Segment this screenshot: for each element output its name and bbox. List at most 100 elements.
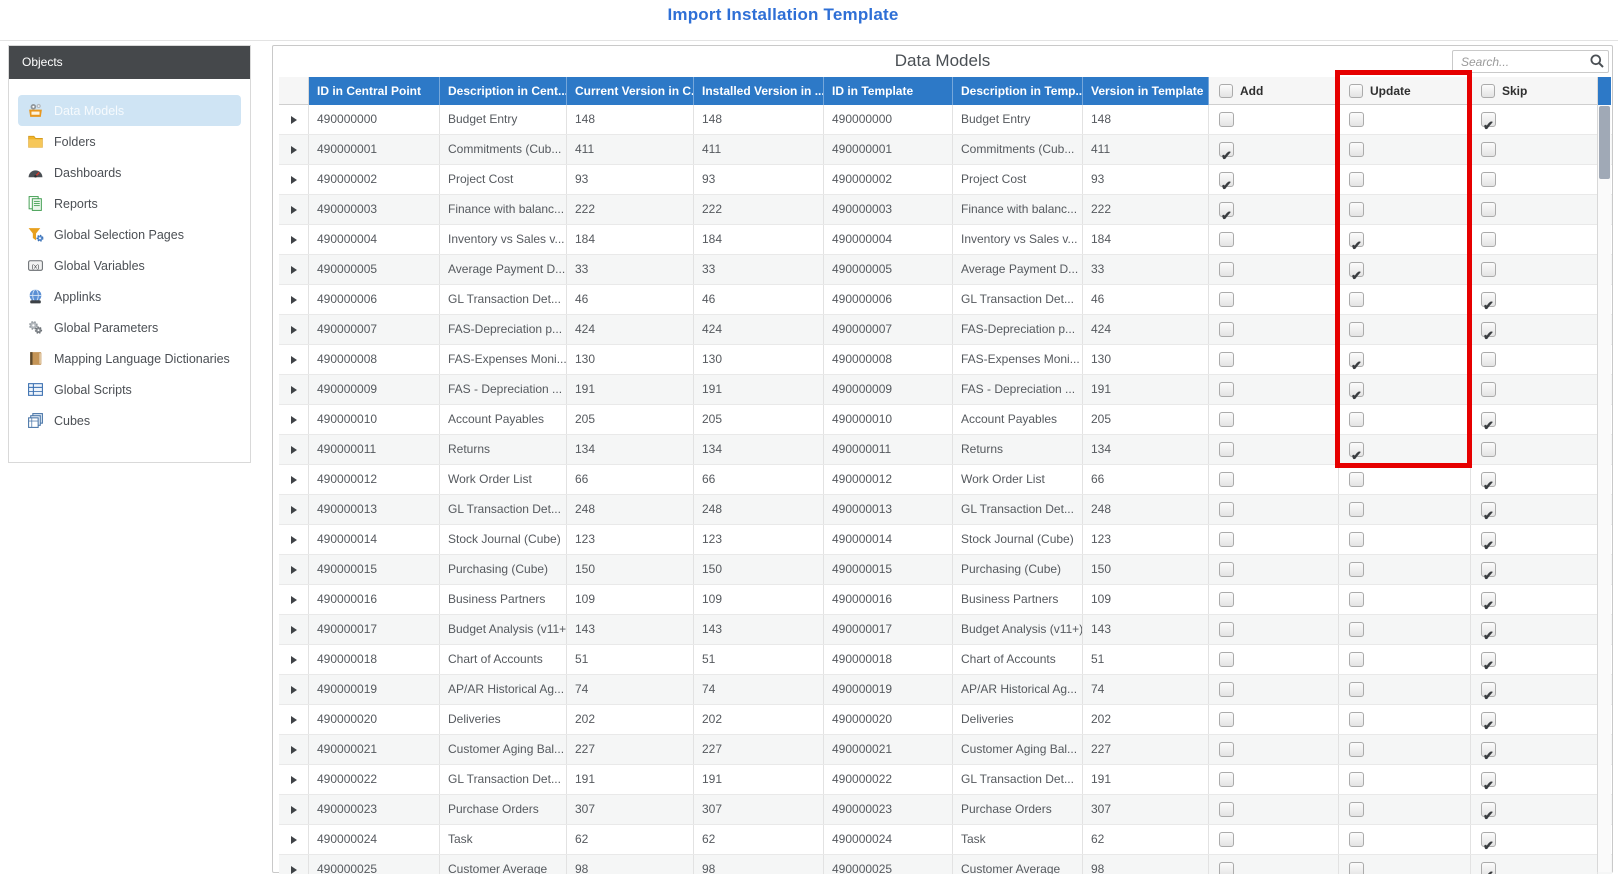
add-checkbox[interactable] xyxy=(1219,862,1234,874)
add-checkbox[interactable] xyxy=(1219,802,1234,817)
row-expander[interactable] xyxy=(279,675,309,704)
skip-checkbox[interactable] xyxy=(1481,622,1496,637)
update-checkbox[interactable] xyxy=(1349,772,1364,787)
update-checkbox[interactable] xyxy=(1349,712,1364,727)
row-expander[interactable] xyxy=(279,645,309,674)
add-checkbox[interactable] xyxy=(1219,382,1234,397)
skip-checkbox[interactable] xyxy=(1481,382,1496,397)
skip-checkbox[interactable] xyxy=(1481,772,1496,787)
update-checkbox[interactable] xyxy=(1349,742,1364,757)
update-checkbox[interactable] xyxy=(1349,352,1364,367)
row-expander[interactable] xyxy=(279,795,309,824)
add-checkbox[interactable] xyxy=(1219,592,1234,607)
add-checkbox[interactable] xyxy=(1219,172,1234,187)
row-expander[interactable] xyxy=(279,315,309,344)
skip-checkbox[interactable] xyxy=(1481,652,1496,667)
update-checkbox[interactable] xyxy=(1349,592,1364,607)
skip-checkbox[interactable] xyxy=(1481,862,1496,874)
update-checkbox[interactable] xyxy=(1349,532,1364,547)
skip-header-checkbox[interactable] xyxy=(1481,84,1495,98)
col-header-version-template[interactable]: Version in Template xyxy=(1083,77,1209,105)
skip-checkbox[interactable] xyxy=(1481,202,1496,217)
row-expander[interactable] xyxy=(279,375,309,404)
vertical-scrollbar[interactable] xyxy=(1597,77,1611,872)
sidebar-item-global-scripts[interactable]: Global Scripts xyxy=(18,374,241,405)
add-checkbox[interactable] xyxy=(1219,442,1234,457)
row-expander[interactable] xyxy=(279,555,309,584)
update-checkbox[interactable] xyxy=(1349,202,1364,217)
col-header-current-version[interactable]: Current Version in C... xyxy=(567,77,694,105)
row-expander[interactable] xyxy=(279,705,309,734)
row-expander[interactable] xyxy=(279,105,309,134)
add-checkbox[interactable] xyxy=(1219,412,1234,427)
row-expander[interactable] xyxy=(279,255,309,284)
update-checkbox[interactable] xyxy=(1349,562,1364,577)
update-checkbox[interactable] xyxy=(1349,682,1364,697)
search-input[interactable] xyxy=(1452,50,1609,73)
add-checkbox[interactable] xyxy=(1219,772,1234,787)
add-checkbox[interactable] xyxy=(1219,502,1234,517)
skip-checkbox[interactable] xyxy=(1481,292,1496,307)
col-header-description-template[interactable]: Description in Temp... xyxy=(953,77,1083,105)
row-expander[interactable] xyxy=(279,285,309,314)
add-checkbox[interactable] xyxy=(1219,232,1234,247)
row-expander[interactable] xyxy=(279,855,309,874)
add-checkbox[interactable] xyxy=(1219,622,1234,637)
col-header-description-central[interactable]: Description in Cent... xyxy=(440,77,567,105)
magnifier-icon[interactable] xyxy=(1589,53,1605,69)
skip-checkbox[interactable] xyxy=(1481,142,1496,157)
skip-checkbox[interactable] xyxy=(1481,322,1496,337)
skip-checkbox[interactable] xyxy=(1481,472,1496,487)
update-header-checkbox[interactable] xyxy=(1349,84,1363,98)
row-expander[interactable] xyxy=(279,435,309,464)
row-expander[interactable] xyxy=(279,465,309,494)
add-checkbox[interactable] xyxy=(1219,562,1234,577)
add-checkbox[interactable] xyxy=(1219,652,1234,667)
sidebar-item-reports[interactable]: Reports xyxy=(18,188,241,219)
skip-checkbox[interactable] xyxy=(1481,112,1496,127)
row-expander[interactable] xyxy=(279,495,309,524)
update-checkbox[interactable] xyxy=(1349,472,1364,487)
add-checkbox[interactable] xyxy=(1219,532,1234,547)
skip-checkbox[interactable] xyxy=(1481,532,1496,547)
update-checkbox[interactable] xyxy=(1349,142,1364,157)
add-header-checkbox[interactable] xyxy=(1219,84,1233,98)
update-checkbox[interactable] xyxy=(1349,412,1364,427)
update-checkbox[interactable] xyxy=(1349,802,1364,817)
sidebar-item-applinks[interactable]: Applinks xyxy=(18,281,241,312)
add-checkbox[interactable] xyxy=(1219,202,1234,217)
row-expander[interactable] xyxy=(279,135,309,164)
sidebar-item-dashboards[interactable]: Dashboards xyxy=(18,157,241,188)
update-checkbox[interactable] xyxy=(1349,502,1364,517)
skip-checkbox[interactable] xyxy=(1481,262,1496,277)
sidebar-item-data-models[interactable]: Data Models xyxy=(18,95,241,126)
row-expander[interactable] xyxy=(279,585,309,614)
update-checkbox[interactable] xyxy=(1349,382,1364,397)
sidebar-item-global-parameters[interactable]: Global Parameters xyxy=(18,312,241,343)
skip-checkbox[interactable] xyxy=(1481,592,1496,607)
add-checkbox[interactable] xyxy=(1219,112,1234,127)
skip-checkbox[interactable] xyxy=(1481,502,1496,517)
update-checkbox[interactable] xyxy=(1349,622,1364,637)
add-checkbox[interactable] xyxy=(1219,322,1234,337)
sidebar-item-mapping-language-dictionaries[interactable]: Mapping Language Dictionaries xyxy=(18,343,241,374)
update-checkbox[interactable] xyxy=(1349,112,1364,127)
add-checkbox[interactable] xyxy=(1219,682,1234,697)
row-expander[interactable] xyxy=(279,225,309,254)
row-expander[interactable] xyxy=(279,165,309,194)
skip-checkbox[interactable] xyxy=(1481,742,1496,757)
update-checkbox[interactable] xyxy=(1349,172,1364,187)
row-expander[interactable] xyxy=(279,615,309,644)
row-expander[interactable] xyxy=(279,765,309,794)
add-checkbox[interactable] xyxy=(1219,832,1234,847)
add-checkbox[interactable] xyxy=(1219,142,1234,157)
update-checkbox[interactable] xyxy=(1349,262,1364,277)
update-checkbox[interactable] xyxy=(1349,292,1364,307)
col-header-installed-version[interactable]: Installed Version in ... xyxy=(694,77,824,105)
row-expander[interactable] xyxy=(279,735,309,764)
update-checkbox[interactable] xyxy=(1349,832,1364,847)
skip-checkbox[interactable] xyxy=(1481,832,1496,847)
scrollbar-thumb[interactable] xyxy=(1599,106,1610,179)
update-checkbox[interactable] xyxy=(1349,232,1364,247)
row-expander[interactable] xyxy=(279,825,309,854)
